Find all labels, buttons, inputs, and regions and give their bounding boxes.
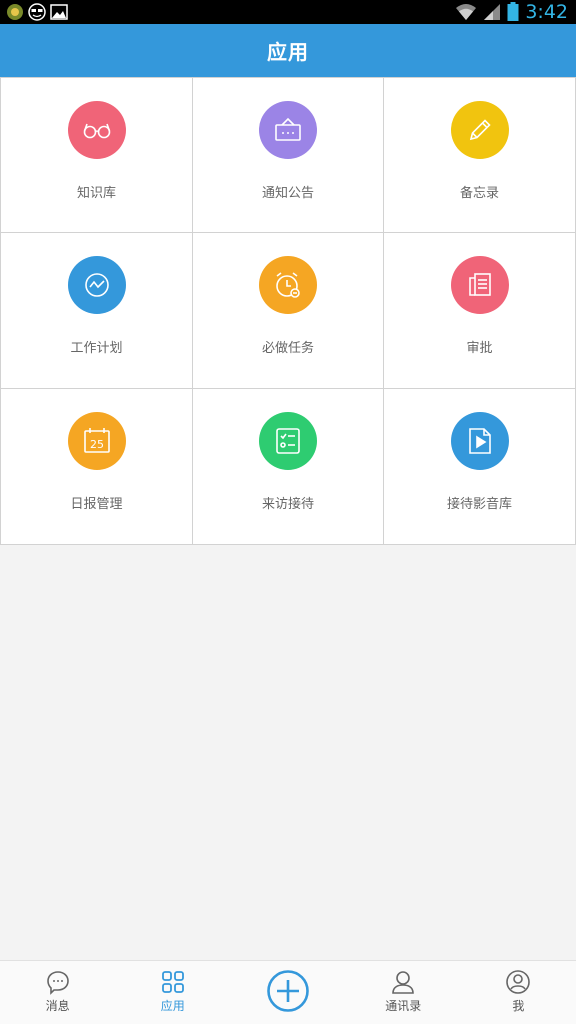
nav-label: 应用: [160, 999, 185, 1013]
app-approval[interactable]: 审批: [384, 233, 576, 389]
contact-icon: [392, 971, 415, 994]
nav-apps[interactable]: 应用: [115, 961, 230, 1024]
app-icon-circle: 25: [67, 412, 126, 470]
clock-time: 3:42: [525, 1, 568, 23]
grid-icon: [161, 971, 184, 993]
page-title: 应用: [267, 40, 309, 64]
nav-me[interactable]: 我: [461, 961, 576, 1024]
app-notification-icon: [7, 4, 23, 20]
nav-messages[interactable]: 消息: [0, 961, 115, 1024]
pencil-icon: [469, 119, 491, 141]
chat-bubble-icon: [46, 971, 69, 995]
nav-label: 我: [512, 999, 525, 1013]
app-label: 日报管理: [70, 497, 123, 512]
app-label: 接待影音库: [446, 497, 512, 512]
app-grid: 知识库 通知公告 备忘录 工作计划 必做任务 审批 25 日报管理 来访接待 接…: [0, 77, 576, 545]
app-icon-circle: [450, 256, 509, 314]
app-icon-circle: [67, 101, 126, 159]
app-work-plan[interactable]: 工作计划: [1, 233, 193, 389]
app-icon-circle: [259, 101, 317, 159]
app-label: 知识库: [76, 186, 116, 201]
app-icon-circle: [450, 412, 509, 470]
app-icon-circle: [259, 256, 317, 314]
app-label: 工作计划: [70, 341, 123, 356]
checklist-icon: [276, 428, 300, 454]
alarm-clock-icon: [276, 272, 300, 298]
app-label: 来访接待: [261, 497, 314, 512]
signal-icon: [484, 4, 501, 20]
app-icon-circle: [259, 412, 317, 470]
glasses-icon: [83, 123, 110, 139]
app-required-tasks[interactable]: 必做任务: [193, 233, 384, 389]
app-visitor-reception[interactable]: 来访接待: [193, 389, 384, 545]
nav-label: 消息: [45, 999, 70, 1013]
calendar-icon: 25: [83, 428, 110, 453]
app-label: 审批: [466, 341, 493, 356]
calendar-day: 25: [90, 438, 104, 451]
nav-contacts[interactable]: 通讯录: [346, 961, 461, 1024]
app-icon-circle: [67, 256, 126, 314]
wifi-icon: [456, 4, 477, 20]
smiley-sunglasses-icon: [28, 3, 46, 21]
app-knowledge-base[interactable]: 知识库: [1, 78, 193, 233]
status-bar: 3:42: [0, 0, 576, 24]
app-label: 必做任务: [261, 341, 314, 356]
play-file-icon: [468, 428, 491, 454]
app-header: 应用: [0, 24, 576, 77]
nav-label: 通讯录: [385, 999, 422, 1013]
app-label: 通知公告: [261, 186, 314, 201]
image-icon: [50, 4, 68, 20]
app-notice[interactable]: 通知公告: [193, 78, 384, 233]
app-memo[interactable]: 备忘录: [384, 78, 576, 233]
app-daily-report[interactable]: 25 日报管理: [1, 389, 193, 545]
app-label: 备忘录: [459, 186, 499, 201]
bottom-nav: 消息 应用 通讯录 我: [0, 960, 576, 1024]
app-reception-media[interactable]: 接待影音库: [384, 389, 576, 545]
app-icon-circle: [450, 101, 509, 159]
add-circle-icon: [267, 970, 309, 1012]
nav-add-button[interactable]: [230, 961, 345, 1024]
document-icon: [468, 273, 491, 296]
profile-icon: [506, 970, 531, 994]
battery-icon: [507, 2, 519, 21]
signboard-icon: [275, 117, 301, 141]
trend-icon: [84, 273, 109, 297]
